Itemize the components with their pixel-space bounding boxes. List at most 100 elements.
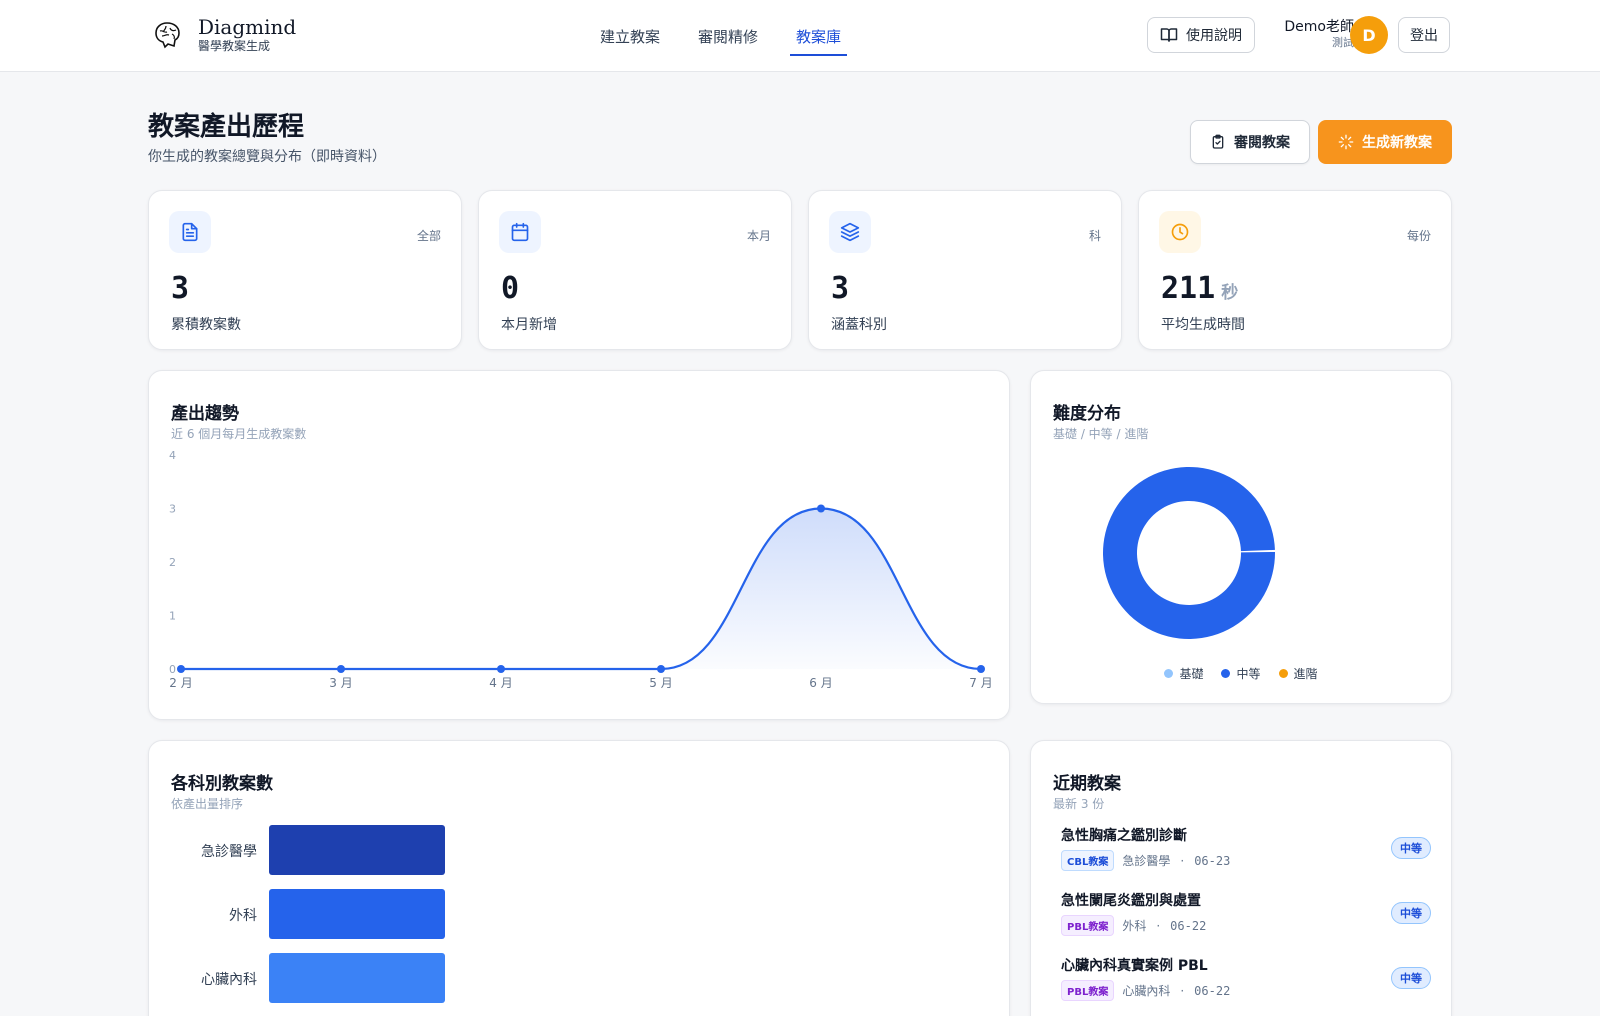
calendar-icon	[499, 211, 541, 253]
bar-category-label: 心臟內科	[201, 972, 257, 988]
recent-case-meta: PBL教案 心臟內科 · 06-22	[1061, 980, 1431, 1001]
y-tick-label: 3	[169, 503, 176, 516]
departments-title: 各科別教案數	[171, 774, 273, 794]
stat-label: 本月新增	[501, 317, 557, 333]
recent-card: 近期教案 最新 3 份 急性胸痛之鑑別診斷 CBL教案 急診醫學 · 06-23…	[1030, 740, 1452, 1016]
clock-icon	[1159, 211, 1201, 253]
generate-case-button[interactable]: 生成新教案	[1318, 120, 1452, 164]
recent-case-item[interactable]: 急性闌尾炎鑑別與處置 PBL教案 外科 · 06-22 中等	[1061, 892, 1431, 948]
department-bar[interactable]	[269, 953, 445, 1003]
review-case-label: 審閱教案	[1234, 135, 1290, 151]
x-tick-label: 6 月	[809, 676, 832, 690]
legend-label: 基礎	[1179, 667, 1204, 681]
case-department: 急診醫學	[1122, 854, 1171, 868]
stat-label: 平均生成時間	[1161, 317, 1245, 333]
stat-card-total: 全部 3 累積教案數	[148, 190, 462, 350]
avatar[interactable]: D	[1350, 16, 1388, 54]
case-department: 心臟內科	[1122, 984, 1171, 998]
stat-card-month: 本月 0 本月新增	[478, 190, 792, 350]
stat-value: 3	[171, 271, 190, 306]
legend-item-basic[interactable]: 基礎	[1164, 665, 1203, 682]
recent-title: 近期教案	[1053, 774, 1121, 794]
difficulty-badge: 中等	[1391, 902, 1431, 924]
difficulty-donut-chart	[1103, 466, 1275, 639]
help-button[interactable]: 使用說明	[1147, 17, 1255, 53]
trend-point[interactable]	[817, 504, 825, 513]
stat-card-departments: 科 3 涵蓋科別	[808, 190, 1122, 350]
brand-subtitle: 醫學教案生成	[198, 39, 271, 53]
x-tick-label: 4 月	[489, 676, 512, 690]
x-tick-label: 3 月	[329, 676, 352, 690]
stat-unit: 秒	[1221, 283, 1239, 303]
page-subtitle: 你生成的教案總覽與分布（即時資料）	[148, 149, 386, 165]
generate-case-label: 生成新教案	[1362, 135, 1432, 151]
legend-dot	[1164, 669, 1174, 678]
user-role: 測試	[1332, 36, 1354, 49]
legend-dot	[1278, 669, 1288, 678]
review-case-button[interactable]: 審閱教案	[1190, 120, 1310, 164]
user-info: Demo老師 測試	[1268, 18, 1354, 50]
stat-card-avg-time: 每份 211 秒 平均生成時間	[1138, 190, 1452, 350]
legend-label: 進階	[1293, 667, 1318, 681]
recent-case-meta: CBL教案 急診醫學 · 06-23	[1061, 850, 1431, 871]
bar-category-label: 急診醫學	[201, 844, 257, 860]
brand[interactable]: Diagmind 醫學教案生成	[150, 16, 296, 54]
department-bar[interactable]	[269, 825, 445, 875]
case-date: 06-22	[1170, 918, 1207, 933]
stat-tag: 每份	[1406, 229, 1431, 243]
x-tick-label: 7 月	[969, 676, 992, 690]
nav-review-refine[interactable]: 審閱精修	[688, 0, 768, 72]
recent-case-title: 心臟內科真實案例 PBL	[1061, 958, 1208, 974]
legend-label: 中等	[1236, 667, 1261, 681]
departments-card: 各科別教案數 依產出量排序 急診醫學 外科 心臟內科	[148, 740, 1010, 1016]
meta-separator: ·	[1180, 853, 1185, 868]
legend-item-medium[interactable]: 中等	[1221, 665, 1261, 682]
meta-separator: ·	[1180, 983, 1185, 998]
trend-area	[181, 508, 981, 669]
stat-value: 3	[831, 271, 850, 306]
case-date: 06-22	[1194, 983, 1231, 998]
case-date: 06-23	[1194, 853, 1231, 868]
case-department: 外科	[1122, 919, 1147, 933]
help-label: 使用說明	[1186, 28, 1242, 44]
case-type-badge: PBL教案	[1061, 915, 1115, 936]
department-bar[interactable]	[269, 889, 445, 939]
nav-create-case[interactable]: 建立教案	[590, 0, 670, 72]
legend-dot	[1221, 669, 1231, 678]
legend-item-advanced[interactable]: 進階	[1278, 665, 1318, 682]
brand-name: Diagmind	[198, 15, 297, 39]
x-tick-label: 5 月	[649, 676, 672, 690]
donut-slice[interactable]	[1103, 466, 1275, 639]
user-name: Demo老師	[1284, 19, 1354, 35]
y-tick-label: 2	[169, 556, 176, 569]
book-icon	[1160, 28, 1178, 42]
recent-case-item[interactable]: 急性胸痛之鑑別診斷 CBL教案 急診醫學 · 06-23 中等	[1061, 827, 1431, 883]
trend-point[interactable]	[177, 665, 185, 673]
recent-case-item[interactable]: 心臟內科真實案例 PBL PBL教案 心臟內科 · 06-22 中等	[1061, 957, 1431, 1013]
trend-point[interactable]	[337, 665, 345, 673]
difficulty-legend: 基礎 中等 進階	[1031, 665, 1451, 682]
case-type-badge: CBL教案	[1061, 850, 1115, 871]
clipboard-check-icon	[1212, 134, 1224, 149]
difficulty-badge: 中等	[1391, 837, 1431, 859]
y-tick-label: 1	[169, 610, 176, 623]
nav-case-library[interactable]: 教案庫	[786, 0, 851, 72]
x-tick-label: 2 月	[169, 676, 192, 690]
sparkle-loader-icon	[1338, 134, 1354, 150]
logout-button[interactable]: 登出	[1398, 17, 1450, 53]
trend-chart: 0 1 2 3 4 2 月 3 月 4 月 5 月 6 月 7 月	[169, 449, 993, 690]
y-tick-label: 4	[169, 449, 176, 462]
brain-logo-icon	[155, 22, 180, 49]
trend-card: 產出趨勢 近 6 個月每月生成教案數 012342 月3 月4 月5 月6 月7…	[148, 370, 1010, 720]
stat-value: 0	[501, 271, 520, 306]
recent-case-meta: PBL教案 外科 · 06-22	[1061, 915, 1431, 936]
stat-tag: 本月	[746, 229, 771, 243]
top-navbar: Diagmind 醫學教案生成 建立教案 審閱精修 教案庫 使用說明 Demo老…	[0, 0, 1600, 72]
trend-point[interactable]	[977, 665, 985, 673]
stat-value: 211 秒	[1161, 271, 1239, 306]
trend-point[interactable]	[657, 665, 665, 673]
difficulty-badge: 中等	[1391, 967, 1431, 989]
trend-point[interactable]	[497, 665, 505, 673]
document-icon	[169, 211, 211, 253]
stat-label: 涵蓋科別	[831, 317, 887, 333]
